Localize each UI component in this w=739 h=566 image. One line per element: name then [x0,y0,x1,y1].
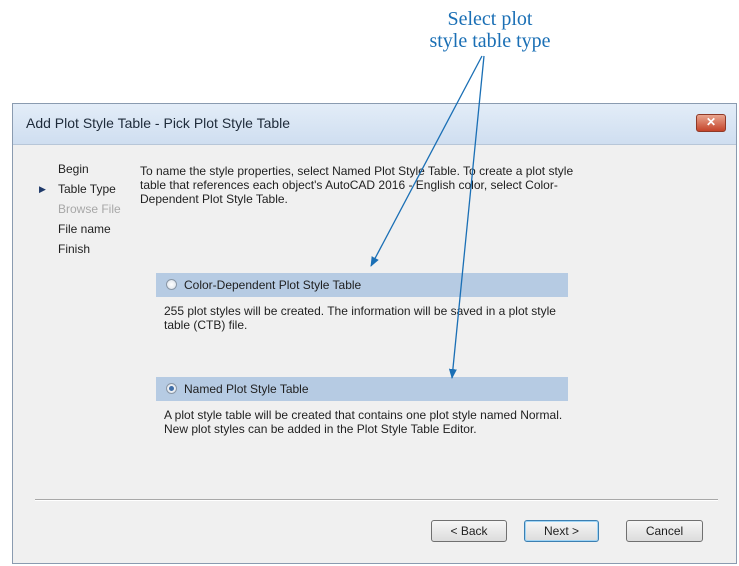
next-button[interactable]: Next > [524,520,599,542]
step-label: File name [58,222,111,236]
current-step-icon: ▶ [39,184,46,194]
divider [35,499,718,501]
wizard-steps: Begin ▶ Table Type Browse File File name… [37,159,147,259]
step-file-name: File name [37,219,147,239]
title-bar: Add Plot Style Table - Pick Plot Style T… [13,104,736,145]
step-label: Table Type [58,182,116,196]
option-named[interactable]: Named Plot Style Table [156,377,568,401]
dialog-window: Add Plot Style Table - Pick Plot Style T… [12,103,737,564]
callout-line-1: Select plot [447,8,533,30]
callout-line-2: style table type [429,30,551,52]
close-button[interactable]: ✕ [696,114,726,132]
radio-named[interactable] [166,383,177,394]
step-label: Finish [58,242,91,256]
step-table-type: ▶ Table Type [37,179,147,199]
option-label[interactable]: Color-Dependent Plot Style Table [184,278,361,292]
dialog-title: Add Plot Style Table - Pick Plot Style T… [26,115,291,131]
cancel-button[interactable]: Cancel [626,520,703,542]
option-label[interactable]: Named Plot Style Table [184,382,309,396]
close-icon: ✕ [705,115,717,129]
step-browse-file: Browse File [37,199,147,219]
instruction-text: To name the style properties, select Nam… [140,164,574,206]
step-begin: Begin [37,159,147,179]
callout-text: Select plot style table type [380,8,600,52]
step-label: Browse File [58,202,121,216]
radio-color-dependent[interactable] [166,279,177,290]
option-color-dependent[interactable]: Color-Dependent Plot Style Table [156,273,568,297]
back-button[interactable]: < Back [431,520,507,542]
option-description: 255 plot styles will be created. The inf… [164,304,556,332]
step-label: Begin [58,162,89,176]
step-finish: Finish [37,239,147,259]
option-description: A plot style table will be created that … [164,408,563,436]
